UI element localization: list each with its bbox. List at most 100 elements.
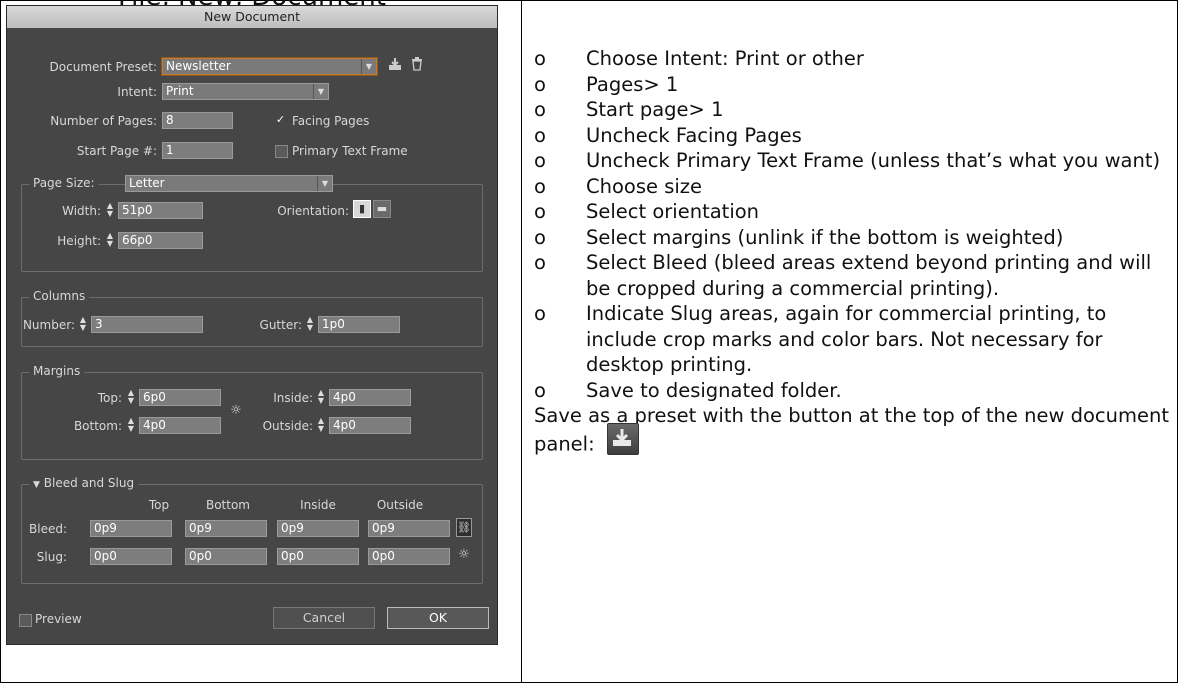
landscape-icon[interactable]: ▬ [373,200,391,218]
slug-top-input[interactable]: 0p0 [90,548,172,565]
new-document-dialog: New Document Document Preset: Newsletter… [6,5,498,645]
bullet-marker: o [534,378,546,402]
instruction-text: Uncheck Primary Text Frame (unless that’… [586,149,1161,172]
preset-value: Newsletter [166,59,231,73]
link-bleed-icon[interactable]: ⛓ [456,518,472,537]
page-size-group [21,184,483,272]
number-label: Number: [22,318,75,332]
slug-inside-input[interactable]: 0p0 [277,548,359,565]
gutter-label: Gutter: [259,318,302,332]
primary-text-frame-checkbox[interactable] [275,145,288,158]
instruction-text: Uncheck Facing Pages [586,123,802,147]
top-input[interactable]: 6p0 [139,389,221,406]
bullet-marker: o [534,98,546,121]
bullet-marker: o [534,174,546,198]
primary-text-frame-label: Primary Text Frame [292,144,408,158]
gutter-stepper[interactable]: ▲ ▼ [304,316,316,333]
height-stepper[interactable]: ▲ ▼ [104,232,116,249]
instruction-item: o Save to designated folder. [534,378,1174,404]
bullet-marker: o [534,251,546,274]
margins-title: Margins [29,364,85,378]
instruction-item: o Pages> 1 [534,72,1174,98]
number-stepper[interactable]: ▲ ▼ [77,316,89,333]
inside-stepper[interactable]: ▲ ▼ [315,389,327,406]
outside-stepper[interactable]: ▲ ▼ [315,417,327,434]
bleed-slug-title: Bleed and Slug [43,476,135,490]
pages-label: Number of Pages: [50,114,157,128]
width-stepper[interactable]: ▲ ▼ [104,202,116,219]
slug-bottom-input[interactable]: 0p0 [185,548,267,565]
preset-label: Document Preset: [49,60,157,74]
col-header-inside: Inside [300,498,336,512]
gutter-input[interactable]: 1p0 [318,316,400,333]
save-preset-icon[interactable] [387,57,403,73]
preset-dropdown[interactable]: Newsletter ▼ [162,58,377,75]
ok-button[interactable]: OK [387,607,489,629]
portrait-icon[interactable]: ▮ [353,200,371,218]
col-header-bottom: Bottom [205,498,250,512]
bottom-label: Bottom: [73,419,122,433]
instruction-item: o Choose Intent: Print or other [534,46,1174,72]
bottom-stepper[interactable]: ▲ ▼ [125,417,137,434]
instruction-text: Select orientation [586,200,760,223]
bleed-inside-input[interactable]: 0p9 [277,520,359,537]
chevron-down-icon: ▼ [317,176,332,191]
outside-label: Outside: [262,419,313,433]
bullet-marker: o [534,72,546,96]
instruction-item: o Select orientation [534,199,1174,225]
bullet-marker: o [534,225,546,249]
intent-dropdown[interactable]: Print ▼ [162,83,329,100]
instructions: o Choose Intent: Print or other o Pages> 1o… [534,46,1174,461]
save-preset-icon [606,422,639,455]
instruction-text: Save to designated folder. [586,378,842,402]
bleed-outside-input[interactable]: 0p9 [368,520,450,537]
instruction-item: o Select Bleed (bleed areas extend beyond… [534,250,1174,301]
preview-checkbox[interactable] [19,614,32,627]
start-page-label: Start Page #: [76,144,157,158]
inside-input[interactable]: 4p0 [329,389,411,406]
page-size-dropdown[interactable]: Letter ▼ [125,175,333,192]
table-divider [521,0,522,683]
instruction-text: Pages> 1 [586,72,679,96]
width-label: Width: [62,204,101,218]
number-input[interactable]: 3 [91,316,203,333]
start-page-input[interactable]: 1 [162,142,233,159]
height-label: Height: [57,234,101,248]
height-input[interactable]: 66p0 [118,232,203,249]
width-input[interactable]: 51p0 [118,202,203,219]
bleed-slug-toggle[interactable]: ▼ Bleed and Slug [29,476,139,490]
unlink-margins-icon[interactable]: ☼ [229,403,243,418]
preview-label: Preview [35,612,82,626]
bullet-marker: o [534,200,546,223]
columns-title: Columns [29,289,90,303]
instruction-list: o Choose Intent: Print or other o Pages> 1o… [534,46,1174,403]
instruction-item: o Uncheck Facing Pages [534,123,1174,149]
bleed-label: Bleed: [29,522,67,536]
bullet-marker: o [534,149,546,172]
bleed-top-input[interactable]: 0p9 [90,520,172,537]
top-stepper[interactable]: ▲ ▼ [125,389,137,406]
cancel-button[interactable]: Cancel [273,607,375,629]
chevron-down-icon: ▼ [361,59,376,74]
facing-pages-label: Facing Pages [292,114,370,128]
instruction-text: Select Bleed (bleed areas extend beyond … [586,251,1152,300]
instruction-item: o Uncheck Primary Text Frame (unless that… [534,148,1174,174]
bottom-input[interactable]: 4p0 [139,417,221,434]
margins-group [21,372,483,460]
bleed-bottom-input[interactable]: 0p9 [185,520,267,537]
outside-input[interactable]: 4p0 [329,417,411,434]
dialog-title: New Document [7,6,497,28]
trash-icon[interactable] [409,57,425,73]
facing-pages-checkbox[interactable]: ✓ [275,114,286,126]
instruction-text: Select margins (unlink if the bottom is … [586,225,1064,249]
instructions-footer: Save as a preset with the button at the … [534,403,1174,461]
instruction-text: Choose Intent: Print or other [586,47,864,70]
top-label: Top: [97,391,122,405]
slug-label: Slug: [36,550,67,564]
pages-input[interactable]: 8 [162,112,233,129]
page-size-label: Page Size: [29,176,99,190]
slug-outside-input[interactable]: 0p0 [368,548,450,565]
instruction-text: Indicate Slug areas, again for commercia… [586,302,1107,376]
instruction-item: o Select margins (unlink if the bottom is… [534,225,1174,251]
unlink-slug-icon[interactable]: ☼ [456,547,472,562]
